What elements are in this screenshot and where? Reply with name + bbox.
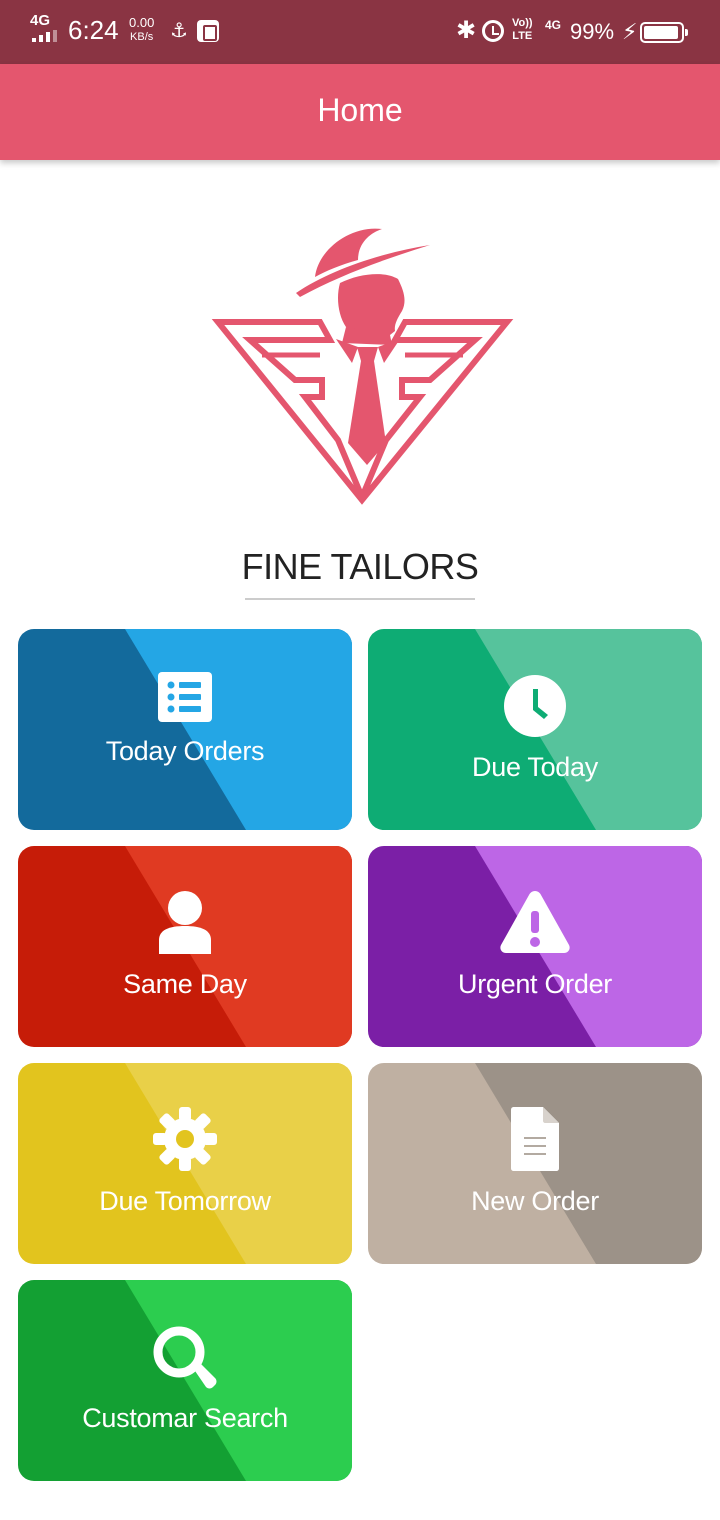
network-speed-unit: KB/s	[130, 31, 154, 43]
clock-icon	[368, 675, 702, 737]
gear-icon	[18, 1107, 352, 1171]
tile-label: Today Orders	[105, 736, 265, 766]
new-order-tile[interactable]: New Order	[368, 1063, 702, 1264]
volte-bottom: LTE	[512, 30, 533, 42]
today-orders-tile[interactable]: Today Orders	[18, 629, 352, 830]
page-title: Home	[317, 92, 403, 128]
battery-icon	[640, 22, 688, 43]
due-today-tile[interactable]: Due Today	[368, 629, 702, 830]
tile-label: Due Tomorrow	[99, 1186, 271, 1216]
brand-name: FINE TAILORS	[241, 546, 479, 587]
volte-indicator: Vo)) LTE	[512, 17, 533, 43]
bluetooth-icon: ✱	[456, 17, 477, 44]
urgent-order-tile[interactable]: Urgent Order	[368, 846, 702, 1047]
customar-search-tile[interactable]: Customar Search	[18, 1280, 352, 1481]
tile-label: Due Today	[472, 752, 598, 782]
user-icon	[18, 890, 352, 954]
tile-label: Same Day	[123, 969, 247, 999]
tile-label: Customar Search	[82, 1403, 288, 1433]
network-speed: 0.00 KB/s	[129, 15, 154, 45]
notification-icon	[197, 20, 219, 42]
network-type-2: 4G	[545, 18, 562, 32]
signal-icon	[32, 30, 60, 42]
tile-label: Urgent Order	[458, 969, 612, 999]
warning-icon	[368, 889, 702, 953]
volte-top: Vo))	[512, 17, 533, 29]
tile-label: New Order	[471, 1186, 599, 1216]
list-icon	[18, 672, 352, 722]
fine-tailors-logo	[211, 228, 514, 505]
due-tomorrow-tile[interactable]: Due Tomorrow	[18, 1063, 352, 1264]
app-bar: Home	[0, 64, 720, 160]
network-type: 4G	[30, 12, 51, 29]
status-bar: 4G 6:24 0.00 KB/s ⚓︎ ✱ Vo)) LTE 4G 99% ⚡…	[0, 0, 720, 64]
tile-stripe	[125, 629, 352, 830]
clock-time: 6:24	[68, 15, 119, 45]
battery-percent: 99%	[570, 19, 615, 44]
charging-icon: ⚡︎	[622, 19, 638, 44]
document-icon	[368, 1107, 702, 1171]
alarm-icon	[482, 20, 504, 42]
search-icon	[18, 1326, 352, 1390]
usb-icon: ⚓︎	[170, 20, 188, 42]
same-day-tile[interactable]: Same Day	[18, 846, 352, 1047]
network-speed-value: 0.00	[129, 15, 155, 30]
brand-divider	[245, 598, 475, 600]
